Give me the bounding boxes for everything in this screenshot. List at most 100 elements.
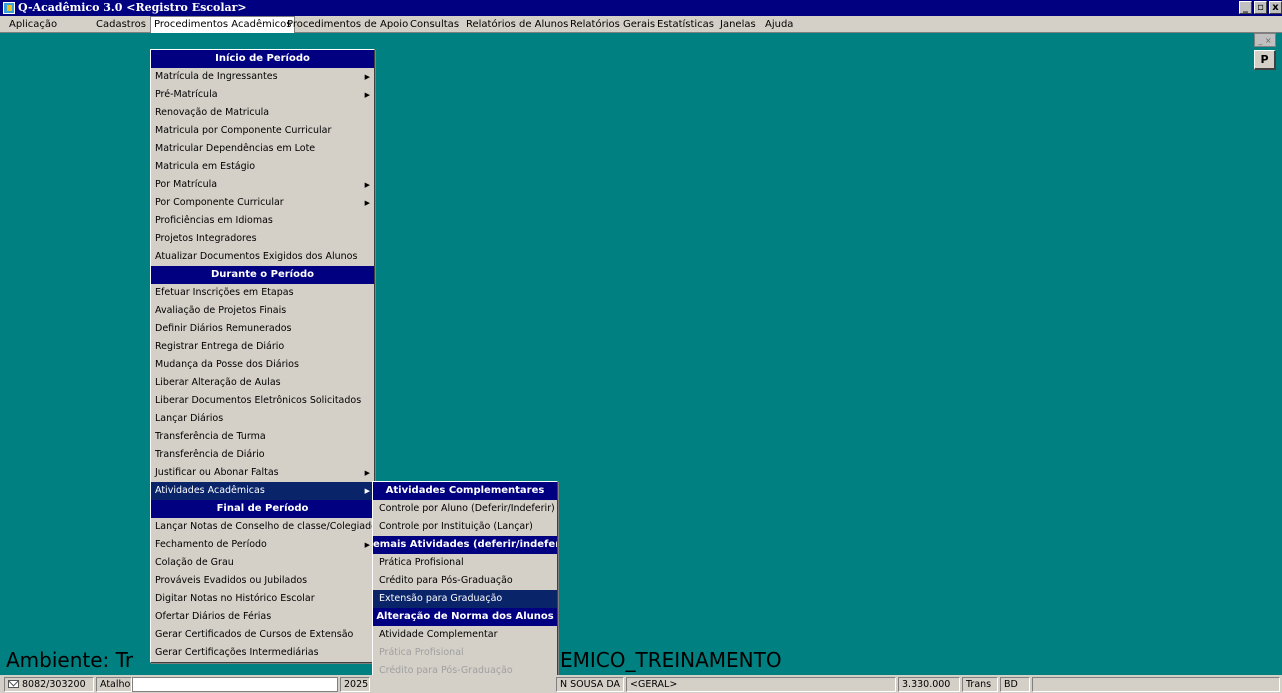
main-menu-item-atividades-academicas[interactable]: Atividades Acadêmicas ▶ [151,482,374,500]
ambiente-label: Ambiente: Tr [6,648,134,672]
main-menu-item-liberar-documentos-eletronicos-solicitados[interactable]: Liberar Documentos Eletrônicos Solicitad… [151,392,374,410]
main-menu-item-proficiencias-em-idiomas[interactable]: Proficiências em Idiomas [151,212,374,230]
main-menu-item-avaliacao-de-projetos-finais[interactable]: Avaliação de Projetos Finais [151,302,374,320]
menu-item-label: Início de Período [215,53,310,64]
status-year: 2025 [340,677,370,692]
main-menu-item-transferencia-de-turma[interactable]: Transferência de Turma [151,428,374,446]
menu-item-label: Efetuar Inscrições em Etapas [155,287,294,298]
sub-menu-section-alteracao-de-norma-dos-alunos: Alteração de Norma dos Alunos [373,608,557,626]
menu-item-label: Definir Diários Remunerados [155,323,292,334]
submenu-arrow-icon: ▶ [364,73,370,81]
sub-menu-item-controle-por-aluno-deferir-indeferir[interactable]: Controle por Aluno (Deferir/Indeferir) [373,500,557,518]
menu-relatorios-de-alunos[interactable]: Relatórios de Alunos [463,16,571,33]
menu-consultas[interactable]: Consultas [407,16,462,33]
main-menu-item-matricula-por-componente-curricular[interactable]: Matricula por Componente Curricular [151,122,374,140]
main-menu-section-final-de-periodo: Final de Período [151,500,374,518]
menu-item-label: Projetos Integradores [155,233,257,244]
menu-janelas[interactable]: Janelas [717,16,759,33]
title-bar: Q-Acadêmico 3.0 <Registro Escolar> _ ▫ x [0,0,1282,16]
menu-bar: Aplicação Cadastros Procedimentos Acadêm… [0,16,1282,33]
menu-item-label: Transferência de Diário [155,449,265,460]
menu-item-label: Liberar Documentos Eletrônicos Solicitad… [155,395,362,406]
status-code: 8082/303200 [4,677,94,692]
main-menu-item-efetuar-inscricoes-em-etapas[interactable]: Efetuar Inscrições em Etapas [151,284,374,302]
sub-menu-section-atividades-complementares: Atividades Complementares [373,482,557,500]
menu-item-label: Por Componente Curricular [155,197,284,208]
menu-item-label: Lançar Notas de Conselho de classe/Coleg… [155,521,374,532]
menu-item-label: Matricula em Estágio [155,161,256,172]
menu-procedimentos-de-apoio[interactable]: Procedimentos de Apoio [284,16,411,33]
main-menu-item-projetos-integradores[interactable]: Projetos Integradores [151,230,374,248]
sub-menu-item-pratica-profisional[interactable]: Prática Profisional [373,644,557,662]
maximize-button[interactable]: ▫ [1254,1,1267,14]
menu-item-label: Matricula por Componente Curricular [155,125,332,136]
menu-item-label: Avaliação de Projetos Finais [155,305,287,316]
main-menu-item-definir-diarios-remunerados[interactable]: Definir Diários Remunerados [151,320,374,338]
menu-item-label: Proficiências em Idiomas [155,215,273,226]
status-bd: BD [1000,677,1030,692]
menu-estatisticas[interactable]: Estatísticas [654,16,717,33]
main-menu-item-colacao-de-grau[interactable]: Colação de Grau [151,554,374,572]
sub-menu-item-pratica-profisional[interactable]: Prática Profisional [373,554,557,572]
main-menu-item-pre-matricula[interactable]: Pré-Matrícula ▶ [151,86,374,104]
status-geral: <GERAL> [626,677,896,692]
menu-procedimentos-academicos[interactable]: Procedimentos Acadêmicos [150,16,296,33]
menu-item-label: Prática Profisional [379,557,464,568]
menu-item-label: Matrícula de Ingressantes [155,71,278,82]
main-menu-item-matricula-de-ingressantes[interactable]: Matrícula de Ingressantes ▶ [151,68,374,86]
main-menu-item-ofertar-diarios-de-ferias[interactable]: Ofertar Diários de Férias [151,608,374,626]
menu-item-label: Atividades Acadêmicas [155,485,265,496]
p-button[interactable]: P [1254,50,1276,70]
menu-item-label: Atividades Complementares [385,485,545,496]
main-menu-item-registrar-entrega-de-diario[interactable]: Registrar Entrega de Diário [151,338,374,356]
main-menu-item-por-componente-curricular[interactable]: Por Componente Curricular ▶ [151,194,374,212]
menu-item-label: Lançar Diários [155,413,224,424]
menu-aplicacao[interactable]: Aplicação [6,16,60,33]
menu-ajuda[interactable]: Ajuda [762,16,796,33]
menu-item-label: Transferência de Turma [155,431,266,442]
main-menu-item-lancar-notas-de-conselho-de-classe-colegiado[interactable]: Lançar Notas de Conselho de classe/Coleg… [151,518,374,536]
sub-menu-item-credito-para-pos-graduacao[interactable]: Crédito para Pós-Graduação [373,572,557,590]
banco-label: EMICO_TREINAMENTO [560,648,782,672]
submenu-arrow-icon: ▶ [364,487,370,495]
menu-item-label: Renovação de Matricula [155,107,270,118]
menu-item-label: Digitar Notas no Histórico Escolar [155,593,315,604]
main-menu-item-atualizar-documentos-exigidos-dos-alunos[interactable]: Atualizar Documentos Exigidos dos Alunos [151,248,374,266]
main-menu-item-digitar-notas-no-historico-escolar[interactable]: Digitar Notas no Histórico Escolar [151,590,374,608]
close-button[interactable]: x [1269,1,1282,14]
menu-item-label: emais Atividades (deferir/indeferi [373,539,557,550]
atividades-academicas-submenu: Atividades Complementares Controle por Al… [372,481,558,693]
submenu-arrow-icon: ▶ [364,181,370,189]
main-menu-item-gerar-certificados-de-cursos-de-extensao[interactable]: Gerar Certificados de Cursos de Extensão [151,626,374,644]
menu-item-label: Prováveis Evadidos ou Jubilados [155,575,308,586]
mdi-window-controls[interactable]: _ × [1254,33,1276,47]
main-menu-item-fechamento-de-periodo[interactable]: Fechamento de Período ▶ [151,536,374,554]
status-empty [1032,677,1280,692]
main-menu-item-mudanca-da-posse-dos-diarios[interactable]: Mudança da Posse dos Diários [151,356,374,374]
menu-item-label: Por Matrícula [155,179,218,190]
window-controls: _ ▫ x [1239,1,1282,14]
menu-item-label: Matricular Dependências em Lote [155,143,316,154]
main-menu-item-gerar-certificacoes-intermediarias[interactable]: Gerar Certificações Intermediárias [151,644,374,662]
menu-relatorios-gerais[interactable]: Relatórios Gerais [567,16,658,33]
main-menu-item-matricular-dependencias-em-lote[interactable]: Matricular Dependências em Lote [151,140,374,158]
main-menu-item-provaveis-evadidos-ou-jubilados[interactable]: Prováveis Evadidos ou Jubilados [151,572,374,590]
menu-cadastros[interactable]: Cadastros [93,16,149,33]
atalho-input[interactable] [132,677,338,692]
status-user: N SOUSA DA [556,677,624,692]
sub-menu-item-controle-por-instituicao-lancar[interactable]: Controle por Instituição (Lançar) [373,518,557,536]
menu-item-label: Final de Período [216,503,309,514]
main-menu-item-transferencia-de-diario[interactable]: Transferência de Diário [151,446,374,464]
sub-menu-item-atividade-complementar[interactable]: Atividade Complementar [373,626,557,644]
status-bar: 8082/303200 Atalho: 2025 N SOUSA DA <GER… [0,675,1282,693]
sub-menu-item-extensao-para-graduacao[interactable]: Extensão para Graduação [373,590,557,608]
main-menu-item-lancar-diarios[interactable]: Lançar Diários [151,410,374,428]
main-menu-item-matricula-em-estagio[interactable]: Matricula em Estágio [151,158,374,176]
main-menu-item-justificar-ou-abonar-faltas[interactable]: Justificar ou Abonar Faltas ▶ [151,464,374,482]
main-menu-item-liberar-alteracao-de-aulas[interactable]: Liberar Alteração de Aulas [151,374,374,392]
main-menu-item-renovacao-de-matricula[interactable]: Renovação de Matricula [151,104,374,122]
submenu-arrow-icon: ▶ [364,469,370,477]
minimize-button[interactable]: _ [1239,1,1252,14]
submenu-arrow-icon: ▶ [364,199,370,207]
main-menu-item-por-matricula[interactable]: Por Matrícula ▶ [151,176,374,194]
